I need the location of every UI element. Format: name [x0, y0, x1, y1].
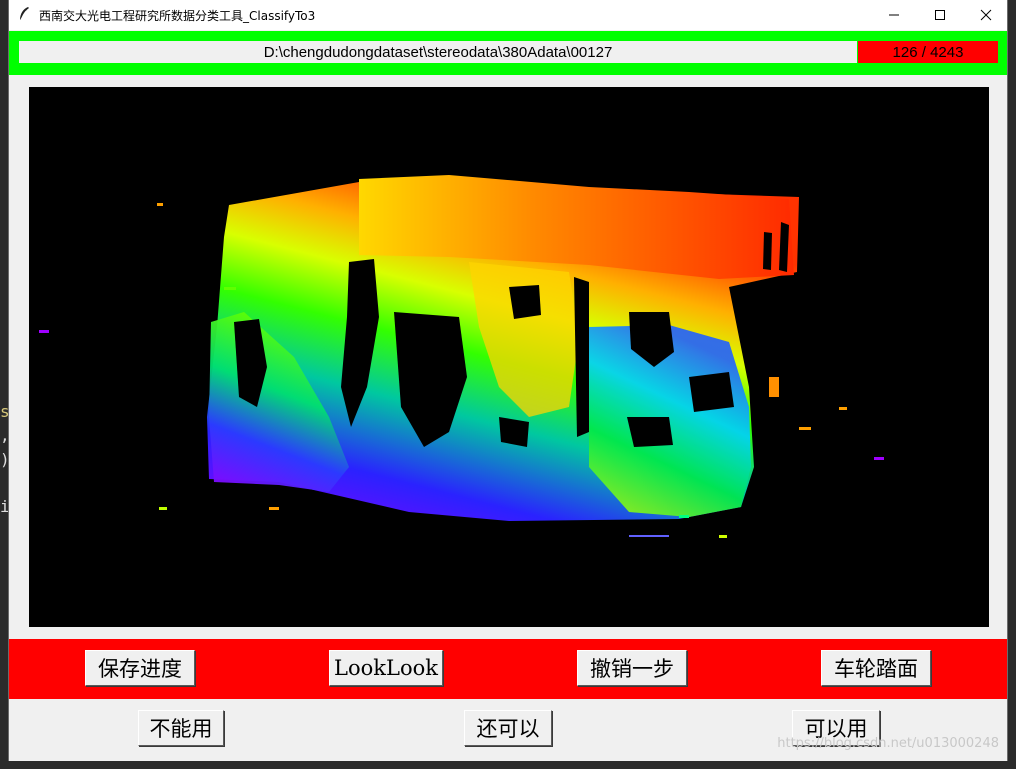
save-progress-button[interactable]: 保存进度 — [85, 650, 195, 686]
file-path-label: D:\chengdudongdataset\stereodata\380Adat… — [19, 41, 857, 63]
minimize-button[interactable] — [871, 0, 917, 30]
feather-icon — [19, 7, 29, 22]
disparity-map-image — [29, 87, 989, 627]
looklook-button[interactable]: LookLook — [329, 650, 443, 686]
progress-counter: 126 / 4243 — [858, 41, 998, 63]
app-window: 西南交大光电工程研究所数据分类工具_ClassifyTo3 D:\chengdu… — [8, 0, 1008, 761]
classify-bar: 不能用 还可以 可以用 https://blog.csdn.net/u01300… — [9, 699, 1007, 761]
action-bar: 保存进度 LookLook 撤销一步 车轮踏面 — [9, 639, 1007, 699]
close-icon — [980, 9, 992, 21]
undo-step-button[interactable]: 撤销一步 — [577, 650, 687, 686]
maximize-button[interactable] — [917, 0, 963, 30]
unusable-button[interactable]: 不能用 — [138, 710, 224, 746]
minimize-icon — [889, 14, 899, 16]
wheel-tread-button[interactable]: 车轮踏面 — [821, 650, 931, 686]
title-bar[interactable]: 西南交大光电工程研究所数据分类工具_ClassifyTo3 — [9, 0, 1007, 30]
close-button[interactable] — [963, 0, 1009, 30]
maximize-icon — [935, 10, 945, 20]
background-editor-strip: s , ) i — [0, 0, 10, 769]
path-bar: D:\chengdudongdataset\stereodata\380Adat… — [9, 31, 1007, 75]
acceptable-button[interactable]: 还可以 — [464, 710, 552, 746]
window-title: 西南交大光电工程研究所数据分类工具_ClassifyTo3 — [39, 9, 316, 23]
watermark: https://blog.csdn.net/u013000248 — [777, 736, 999, 751]
disparity-map-graphic — [39, 175, 884, 538]
